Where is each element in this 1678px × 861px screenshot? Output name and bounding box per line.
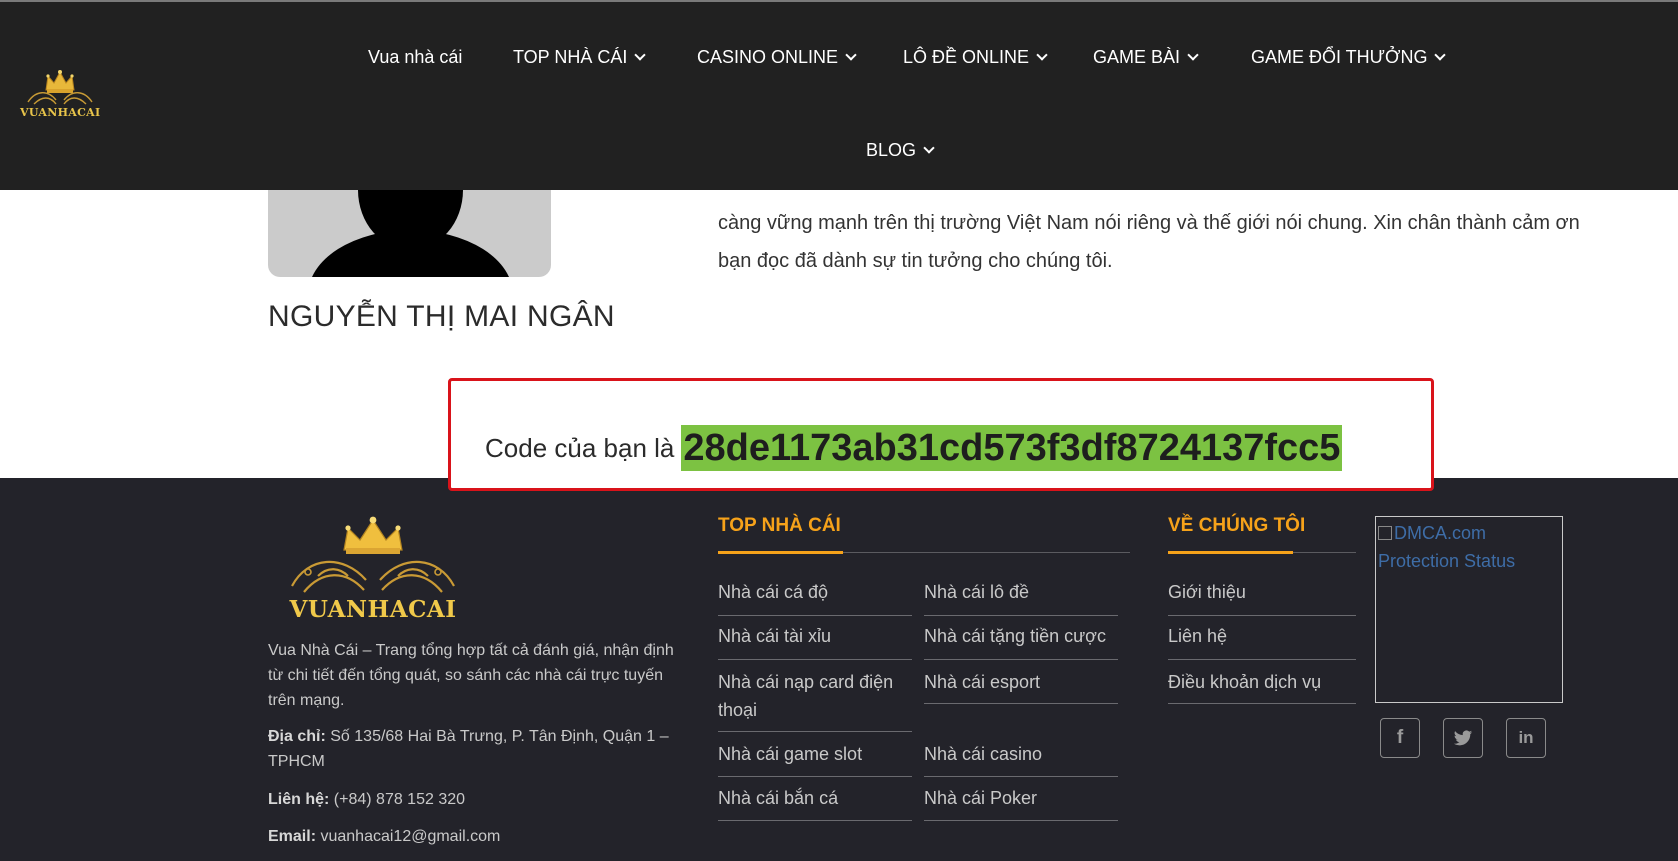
- code-value[interactable]: 28de1173ab31cd573f3df8724137fcc5: [681, 425, 1343, 471]
- footer-link[interactable]: Nhà cái tài xỉu: [718, 622, 831, 650]
- link-divider: [1168, 615, 1356, 616]
- code-line: Code của bạn là 28de1173ab31cd573f3df872…: [485, 425, 1343, 471]
- chevron-down-icon: [634, 49, 647, 61]
- twitter-bird-icon: [1453, 729, 1473, 745]
- code-label: Code của bạn là: [485, 432, 675, 463]
- facebook-glyph: f: [1396, 727, 1404, 748]
- link-divider: [1168, 659, 1356, 660]
- facebook-icon[interactable]: f: [1380, 718, 1420, 758]
- nav-item-casino-online[interactable]: CASINO ONLINE: [697, 47, 857, 68]
- footer-email: Email: vuanhacai12@gmail.com: [268, 824, 680, 849]
- link-divider: [924, 659, 1118, 660]
- link-divider: [718, 615, 912, 616]
- link-divider: [718, 776, 912, 777]
- footer-logo-text: VUANHACAI: [289, 596, 457, 623]
- footer-top-title: TOP NHÀ CÁI: [718, 515, 841, 536]
- dmca-badge[interactable]: DMCA.com Protection Status: [1375, 516, 1563, 703]
- nav-label: LÔ ĐỀ ONLINE: [903, 47, 1030, 67]
- link-divider: [924, 820, 1118, 821]
- dmca-alt-label: DMCA.com Protection Status: [1378, 523, 1516, 571]
- broken-image-icon: [1378, 526, 1392, 540]
- chevron-down-icon: [923, 142, 935, 154]
- footer-link[interactable]: Giới thiệu: [1168, 578, 1246, 606]
- link-divider: [924, 703, 1118, 704]
- footer-link[interactable]: Nhà cái esport: [924, 668, 1040, 696]
- email-label: Email:: [268, 828, 317, 845]
- dmca-alt-text: DMCA.com Protection Status: [1378, 519, 1562, 575]
- link-divider: [924, 615, 1118, 616]
- email-value[interactable]: vuanhacai12@gmail.com: [320, 828, 500, 845]
- linkedin-icon[interactable]: in: [1506, 718, 1546, 758]
- footer-about: Vua Nhà Cái – Trang tổng hợp tất cả đánh…: [268, 642, 674, 709]
- linkedin-glyph: in: [1518, 728, 1534, 747]
- footer-about-title: VỀ CHÚNG TÔI: [1168, 515, 1306, 536]
- chevron-down-icon: [1036, 49, 1048, 61]
- chevron-down-icon: [1434, 49, 1447, 61]
- address-value: Số 135/68 Hai Bà Trưng, P. Tân Định, Quậ…: [268, 728, 669, 770]
- footer-link[interactable]: Nhà cái cá độ: [718, 578, 828, 606]
- nav-label: BLOG: [866, 140, 917, 160]
- link-divider: [924, 776, 1118, 777]
- nav-item-vua-nha-cai[interactable]: Vua nhà cái: [368, 47, 462, 68]
- nav-item-game-doi-thuong[interactable]: GAME ĐỔI THƯỞNG: [1251, 47, 1447, 68]
- link-divider: [718, 731, 912, 732]
- nav-item-blog[interactable]: BLOG: [866, 140, 935, 161]
- nav-label: TOP NHÀ CÁI: [513, 47, 628, 67]
- column-accent: [1168, 551, 1293, 554]
- site-header: VUANHACAI Vua nhà cái TOP NHÀ CÁI CASINO…: [0, 2, 1678, 190]
- footer-link[interactable]: Nhà cái Poker: [924, 784, 1037, 812]
- author-avatar: [268, 190, 551, 277]
- nav-item-top-nha-cai[interactable]: TOP NHÀ CÁI: [513, 47, 647, 68]
- author-name: NGUYỄN THỊ MAI NGÂN: [268, 300, 615, 333]
- column-accent: [718, 551, 843, 554]
- author-bio-line: càng vững mạnh trên thị trường Việt Nam …: [718, 212, 1580, 234]
- nav-label: GAME BÀI: [1093, 47, 1181, 67]
- author-bio: càng vững mạnh trên thị trường Việt Nam …: [718, 204, 1598, 280]
- footer-link[interactable]: Điều khoản dịch vụ: [1168, 668, 1321, 696]
- nav-item-game-bai[interactable]: GAME BÀI: [1093, 47, 1199, 68]
- link-divider: [718, 659, 912, 660]
- author-bio-line: bạn đọc đã dành sự tin tưởng cho chúng t…: [718, 250, 1113, 272]
- link-divider: [1168, 703, 1356, 704]
- footer-link[interactable]: Nhà cái casino: [924, 740, 1042, 768]
- link-divider: [718, 820, 912, 821]
- footer-link[interactable]: Liên hệ: [1168, 622, 1227, 650]
- nav-label: Vua nhà cái: [368, 47, 463, 67]
- nav-label: CASINO ONLINE: [697, 47, 839, 67]
- footer-link[interactable]: Nhà cái nạp card điện thoại: [718, 668, 908, 724]
- nav-label: GAME ĐỔI THƯỞNG: [1251, 47, 1428, 67]
- footer-link[interactable]: Nhà cái game slot: [718, 740, 862, 768]
- phone-label: Liên hệ:: [268, 791, 330, 808]
- footer-link[interactable]: Nhà cái bắn cá: [718, 784, 838, 812]
- footer-logo[interactable]: VUANHACAI: [288, 516, 458, 626]
- main-nav: Vua nhà cái TOP NHÀ CÁI CASINO ONLINE LÔ…: [0, 2, 1678, 190]
- logo-ornament-icon: [291, 560, 455, 593]
- phone-value: (+84) 878 152 320: [333, 791, 466, 808]
- footer-phone: Liên hệ: (+84) 878 152 320: [268, 787, 680, 812]
- nav-item-lo-de-online[interactable]: LÔ ĐỀ ONLINE: [903, 47, 1048, 68]
- footer-link[interactable]: Nhà cái lô đề: [924, 578, 1029, 606]
- twitter-icon[interactable]: [1443, 718, 1483, 758]
- footer-link[interactable]: Nhà cái tặng tiền cược: [924, 622, 1106, 650]
- chevron-down-icon: [1187, 49, 1199, 61]
- address-label: Địa chỉ:: [268, 728, 326, 745]
- chevron-down-icon: [845, 49, 857, 61]
- footer-address: Địa chỉ: Số 135/68 Hai Bà Trưng, P. Tân …: [268, 724, 680, 774]
